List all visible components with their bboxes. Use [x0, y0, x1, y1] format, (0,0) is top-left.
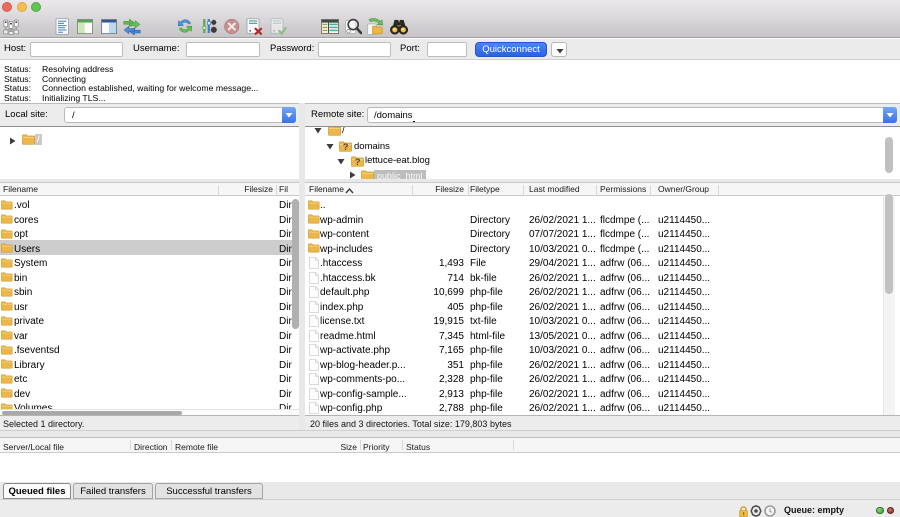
svg-text:?: ? — [343, 142, 349, 152]
svg-text:?: ? — [355, 157, 361, 167]
